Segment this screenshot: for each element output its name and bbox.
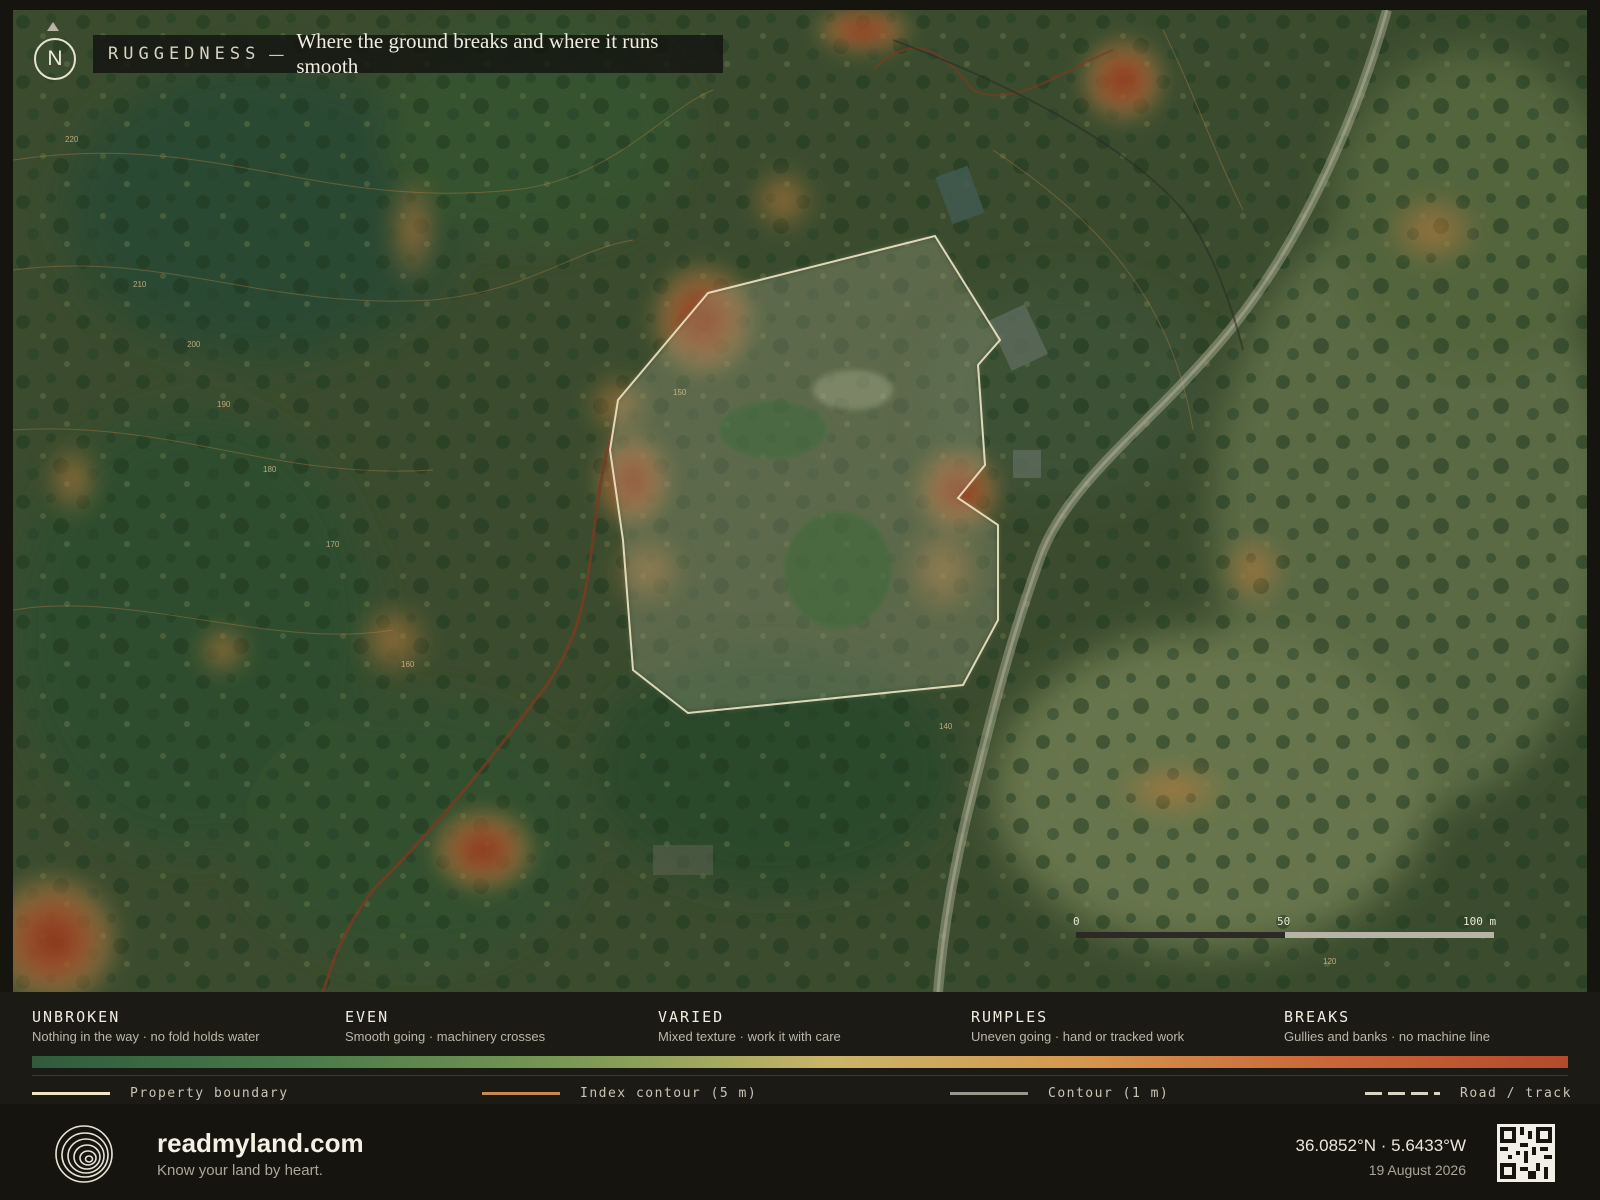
map-title: RUGGEDNESS — Where the ground breaks and…	[93, 29, 723, 78]
legend-panel: UNBROKEN Nothing in the way · no fold ho…	[0, 992, 1600, 1104]
contour-label: 210	[133, 280, 147, 289]
property-boundary[interactable]	[13, 10, 1587, 992]
contour-label: 170	[326, 540, 340, 549]
legend-class-name: BREAKS	[1284, 1008, 1351, 1026]
key-label: Road / track	[1460, 1086, 1572, 1101]
key-road-track: Road / track	[1365, 1086, 1572, 1101]
ruggedness-color-ramp	[32, 1056, 1568, 1068]
legend-class-name: RUMPLES	[971, 1008, 1049, 1026]
legend-class-breaks: BREAKS Gullies and banks · no machine li…	[1284, 1008, 1584, 1044]
fingerprint-logo-icon	[55, 1125, 113, 1183]
map-canvas[interactable]: 220 210 200 190 180 170 160 150 140 120 …	[13, 10, 1587, 992]
legend-class-desc: Mixed texture · work it with care	[658, 1029, 841, 1044]
contour-label: 220	[65, 135, 79, 144]
contour-label: 160	[401, 660, 415, 669]
scale-segment-light	[1285, 932, 1494, 938]
legend-class-name: VARIED	[658, 1008, 725, 1026]
scale-label-100: 100 m	[1463, 915, 1497, 928]
brand-link[interactable]: readmyland.com	[157, 1128, 364, 1159]
legend-class-rumples: RUMPLES Uneven going · hand or tracked w…	[971, 1008, 1271, 1044]
brand-tagline: Know your land by heart.	[157, 1162, 323, 1179]
contour-label: 140	[939, 722, 953, 731]
legend-class-desc: Smooth going · machinery crosses	[345, 1029, 546, 1044]
legend-divider	[32, 1075, 1568, 1076]
contour-label: 180	[263, 465, 277, 474]
legend-class-desc: Nothing in the way · no fold holds water	[32, 1029, 260, 1044]
key-contour: Contour (1 m)	[950, 1086, 1169, 1101]
scale-segment-dark	[1076, 932, 1285, 938]
key-index-contour: Index contour (5 m)	[482, 1086, 757, 1101]
road-track-swatch	[1365, 1092, 1440, 1095]
key-label: Index contour (5 m)	[580, 1086, 758, 1101]
legend-class-desc: Gullies and banks · no machine line	[1284, 1029, 1490, 1044]
map-date: 19 August 2026	[1368, 1162, 1466, 1178]
north-label: N	[34, 38, 76, 80]
contour-label: 190	[217, 400, 231, 409]
key-label: Contour (1 m)	[1048, 1086, 1170, 1101]
contour-label: 200	[187, 340, 201, 349]
legend-class-desc: Uneven going · hand or tracked work	[971, 1029, 1185, 1044]
legend-class-unbroken: UNBROKEN Nothing in the way · no fold ho…	[32, 1008, 332, 1044]
footer: readmyland.com Know your land by heart. …	[0, 1104, 1600, 1200]
contour-swatch	[950, 1092, 1028, 1095]
key-label: Property boundary	[130, 1086, 289, 1101]
key-property-boundary: Property boundary	[32, 1086, 289, 1101]
legend-class-name: EVEN	[345, 1008, 390, 1026]
title-subtitle: Where the ground breaks and where it run…	[296, 29, 659, 78]
scale-label-0: 0	[1073, 915, 1080, 928]
title-separator: —	[268, 44, 285, 64]
contour-label: 150	[673, 388, 687, 397]
legend-class-varied: VARIED Mixed texture · work it with care	[658, 1008, 958, 1044]
scale-bar: 0 50 100 m	[1073, 915, 1513, 955]
north-arrow-icon: N	[33, 22, 77, 82]
property-boundary-swatch	[32, 1092, 110, 1095]
legend-class-name: UNBROKEN	[32, 1008, 121, 1026]
index-contour-swatch	[482, 1092, 560, 1095]
legend-class-even: EVEN Smooth going · machinery crosses	[345, 1008, 645, 1044]
title-kicker: RUGGEDNESS	[108, 44, 261, 64]
qr-code-icon[interactable]	[1497, 1124, 1555, 1182]
coordinates: 36.0852°N · 5.6433°W	[1295, 1136, 1466, 1155]
contour-label: 120	[1323, 957, 1337, 966]
scale-label-50: 50	[1277, 915, 1291, 928]
